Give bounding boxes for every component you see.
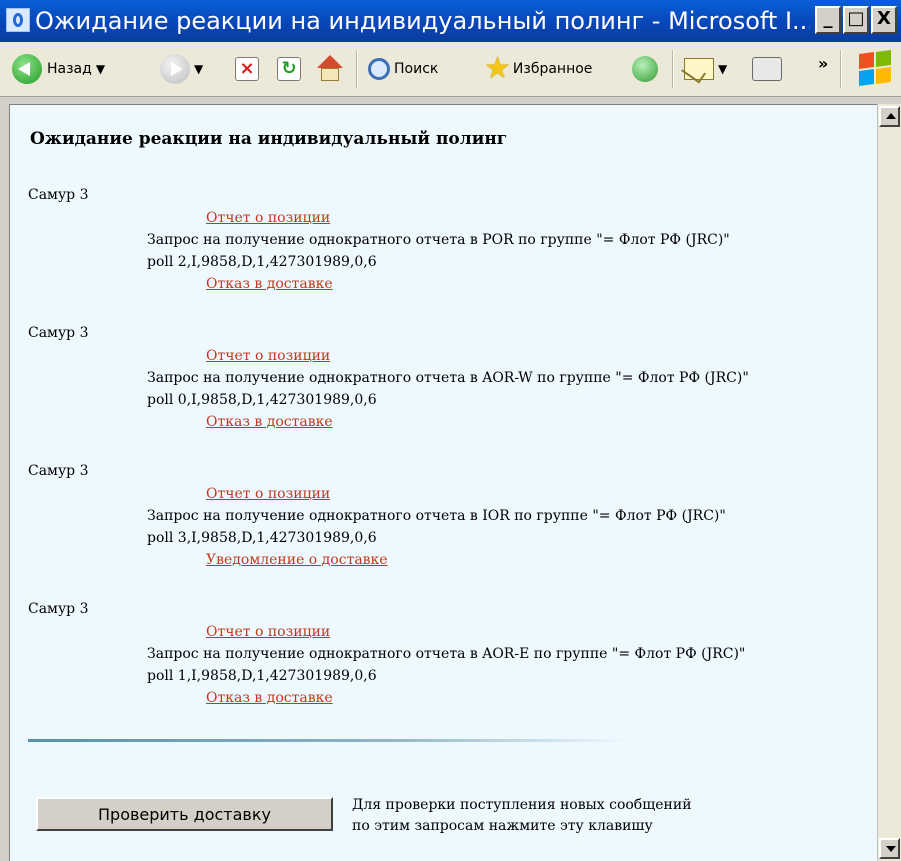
poll-entry: Самур 3 Отчет о позиции Запрос на получе… [10,463,870,583]
minimize-button[interactable]: _ [815,6,841,34]
refresh-button[interactable]: ↻ [277,52,301,86]
entry-request: Запрос на получение однократного отчета … [147,232,730,248]
entry-poll-code: poll 3,I,9858,D,1,427301989,0,6 [147,530,377,546]
position-report-link[interactable]: Отчет о позиции [206,486,330,502]
page-heading: Ожидание реакции на индивидуальный полин… [30,129,508,149]
forward-dropdown-icon[interactable]: ▼ [194,62,203,76]
print-icon [752,57,782,81]
forward-button[interactable]: ▼ [160,52,203,86]
search-label: Поиск [394,61,439,77]
refresh-icon: ↻ [277,57,301,81]
poll-entry: Самур 3 Отчет о позиции Запрос на получе… [10,601,870,721]
position-report-link[interactable]: Отчет о позиции [206,210,330,226]
entry-request: Запрос на получение однократного отчета … [147,508,726,524]
favorites-label: Избранное [512,61,593,77]
scroll-down-button[interactable] [879,838,900,859]
mail-dropdown-icon[interactable]: ▼ [718,62,727,76]
back-button[interactable]: Назад ▼ [12,52,105,86]
maximize-button[interactable]: □ [843,6,869,34]
media-button[interactable] [632,52,658,86]
forward-arrow-icon [160,54,190,84]
entry-poll-code: poll 1,I,9858,D,1,427301989,0,6 [147,668,377,684]
entry-request: Запрос на получение однократного отчета … [147,646,746,662]
check-delivery-hint: Для проверки поступления новых сообщений… [352,795,692,837]
home-icon [316,55,344,83]
stop-button[interactable]: × [235,52,259,86]
print-button[interactable] [752,52,782,86]
toolbar-overflow-chevron[interactable]: » [818,46,828,80]
delivery-status-link[interactable]: Отказ в доставке [206,276,333,292]
media-icon [632,56,658,82]
ie-page-icon [6,8,30,32]
entry-request: Запрос на получение однократного отчета … [147,370,749,386]
poll-entry: Самур 3 Отчет о позиции Запрос на получе… [10,187,870,307]
hint-line: по этим запросам нажмите эту клавишу [352,818,653,834]
hint-line: Для проверки поступления новых сообщений [352,797,692,813]
favorites-button[interactable]: ★ Избранное [484,52,592,86]
check-delivery-button[interactable]: Проверить доставку [36,797,333,831]
close-button[interactable]: X [871,6,897,34]
entry-poll-code: poll 0,I,9858,D,1,427301989,0,6 [147,392,377,408]
mail-icon [684,58,714,80]
window-controls: _ □ X [815,6,897,34]
entry-sender: Самур 3 [28,463,89,479]
section-divider [28,739,628,742]
entry-sender: Самур 3 [28,601,89,617]
toolbar-separator [356,50,358,88]
search-button[interactable]: Поиск [368,52,438,86]
delivery-status-link[interactable]: Отказ в доставке [206,414,333,430]
back-dropdown-icon[interactable]: ▼ [96,62,105,76]
windows-logo-icon [857,49,893,87]
entry-sender: Самур 3 [28,187,89,203]
window-titlebar: Ожидание реакции на индивидуальный полин… [0,0,901,42]
mail-button[interactable]: ▼ [684,52,727,86]
star-icon: ★ [484,51,511,86]
position-report-link[interactable]: Отчет о позиции [206,624,330,640]
home-button[interactable] [316,52,344,86]
toolbar-separator [672,50,674,88]
back-arrow-icon [12,54,42,84]
delivery-status-link[interactable]: Отказ в доставке [206,690,333,706]
page-content: Ожидание реакции на индивидуальный полин… [9,104,877,861]
window-title: Ожидание реакции на индивидуальный полин… [35,7,810,35]
stop-icon: × [235,57,259,81]
toolbar-separator [840,50,842,88]
entry-sender: Самур 3 [28,325,89,341]
browser-toolbar: Назад ▼ ▼ × ↻ Поиск ★ Избранное ▼ » [0,42,901,97]
vertical-scrollbar[interactable] [877,104,901,861]
entry-poll-code: poll 2,I,9858,D,1,427301989,0,6 [147,254,377,270]
delivery-status-link[interactable]: Уведомление о доставке [206,552,388,568]
poll-entry: Самур 3 Отчет о позиции Запрос на получе… [10,325,870,445]
search-icon [368,58,390,80]
position-report-link[interactable]: Отчет о позиции [206,348,330,364]
scroll-up-button[interactable] [879,106,900,127]
back-label: Назад [47,61,92,77]
